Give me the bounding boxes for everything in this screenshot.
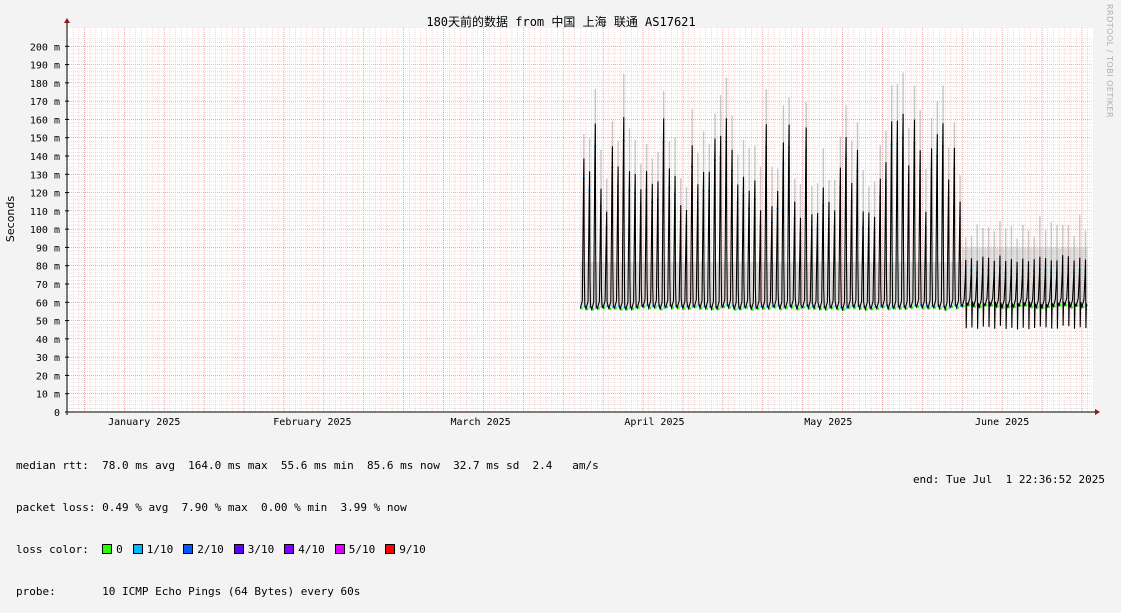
loss-color-text: 2/10 [197, 543, 224, 556]
y-tick-label: 50 m [36, 317, 60, 328]
median-rtt-stats: median rtt: 78.0 ms avg 164.0 ms max 55.… [16, 459, 599, 472]
loss-color-text: 4/10 [298, 543, 325, 556]
loss-color-swatch [385, 544, 396, 554]
loss-color-swatch [334, 544, 345, 554]
loss-color-text: 0 [116, 543, 123, 556]
packet-loss-stats: packet loss: 0.49 % avg 7.90 % max 0.00 … [16, 501, 407, 514]
y-tick-label: 140 m [30, 152, 60, 163]
y-tick-label: 80 m [36, 262, 60, 273]
y-axis-ticks: 0 10 m 20 m 30 m 40 m 50 m 60 m 70 m 80 m 90 m 100… [30, 42, 60, 419]
loss-color-item: 4/10 [284, 543, 325, 556]
loss-color-item: 9/10 [385, 543, 426, 556]
x-axis-ticks: January 2025 February 2025 March 2025 April… [108, 417, 1029, 428]
x-tick-label: April 2025 [624, 417, 684, 428]
chart-title: 180天前的数据 from 中国 上海 联通 AS17621 [426, 14, 695, 29]
end-time: end: Tue Jul 1 22:36:52 2025 [912, 473, 1105, 486]
y-axis-label: Seconds [4, 196, 17, 242]
x-tick-label: June 2025 [975, 417, 1029, 428]
loss-color-swatch [183, 544, 194, 554]
x-axis-arrow [1095, 409, 1100, 415]
y-tick-label: 20 m [36, 371, 60, 382]
loss-color-text: 5/10 [348, 543, 376, 556]
loss-color-label: loss color: [16, 543, 89, 556]
y-tick-label: 110 m [30, 207, 60, 218]
y-tick-label: 190 m [30, 61, 60, 72]
x-tick-label: February 2025 [273, 417, 351, 428]
y-tick-label: 130 m [30, 170, 60, 181]
loss-color-swatch [132, 544, 143, 554]
loss-color-swatch [102, 544, 113, 554]
loss-color-swatch [233, 544, 244, 554]
y-tick-label: 40 m [36, 335, 60, 346]
y-axis-arrow [64, 18, 70, 23]
x-tick-label: March 2025 [450, 417, 510, 428]
y-tick-label: 120 m [30, 189, 60, 200]
loss-color-item: 2/10 [183, 543, 224, 556]
y-tick-label: 170 m [30, 97, 60, 108]
probe-info: probe: 10 ICMP Echo Pings (64 Bytes) eve… [16, 585, 361, 598]
y-tick-label: 30 m [36, 353, 60, 364]
y-tick-label: 60 m [36, 298, 60, 309]
x-tick-label: January 2025 [108, 417, 180, 428]
y-tick-label: 100 m [30, 225, 60, 236]
y-tick-label: 10 m [36, 390, 60, 401]
loss-color-item: 5/10 [334, 543, 376, 556]
watermark: RRDTOOL / TOBI OETIKER [1105, 4, 1114, 119]
y-tick-label: 200 m [30, 42, 60, 53]
loss-color-row: loss color: 0 1/10 2/10 3/10 4/10 5/10 9/10 [16, 543, 599, 557]
y-tick-label: 160 m [30, 115, 60, 126]
plot-area [67, 28, 1093, 412]
loss-color-item: 0 [102, 543, 123, 556]
y-tick-label: 0 [54, 408, 60, 419]
y-tick-label: 90 m [36, 243, 60, 254]
loss-color-text: 1/10 [146, 543, 174, 556]
y-tick-label: 150 m [30, 134, 60, 145]
loss-color-text: 3/10 [247, 543, 275, 556]
x-tick-label: May 2025 [804, 417, 852, 428]
loss-color-item: 1/10 [132, 543, 174, 556]
y-tick-label: 180 m [30, 79, 60, 90]
legend: median rtt: 78.0 ms avg 164.0 ms max 55.… [16, 431, 599, 613]
y-tick-label: 70 m [36, 280, 60, 291]
loss-color-text: 9/10 [399, 543, 426, 556]
latency-chart: 180天前的数据 from 中国 上海 联通 AS17621 Seconds 0… [4, 14, 1100, 428]
loss-color-item: 3/10 [233, 543, 275, 556]
loss-color-swatch [284, 544, 295, 554]
